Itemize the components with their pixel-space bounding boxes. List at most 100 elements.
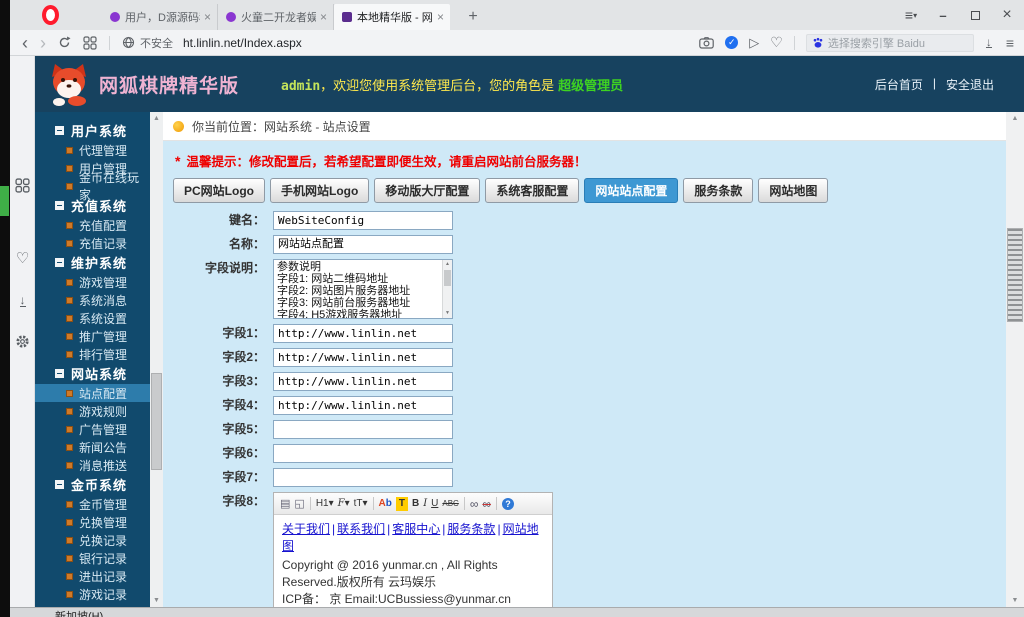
browser-tab[interactable]: 火童二开龙者娱乐+完美… xyxy=(218,4,334,30)
bookmarks-heart-icon[interactable]: ♡ xyxy=(10,249,35,267)
send-to-device-icon[interactable] xyxy=(749,35,759,51)
strikethrough-button[interactable]: ABC xyxy=(442,497,458,511)
scroll-thumb[interactable] xyxy=(151,373,162,470)
forward-icon[interactable] xyxy=(40,34,46,52)
backcolor-button[interactable]: T xyxy=(396,497,408,511)
editor-link[interactable]: 服务条款 xyxy=(447,522,495,536)
speed-dial-grid-icon[interactable] xyxy=(10,178,35,193)
text-input[interactable]: http://www.linlin.net xyxy=(273,372,453,391)
help-button[interactable]: ? xyxy=(502,498,514,510)
scroll-up-icon[interactable] xyxy=(1006,112,1024,125)
bold-button[interactable]: B xyxy=(412,497,419,511)
home-link[interactable]: 后台首页 xyxy=(875,76,923,93)
fontsize-select[interactable]: tT▾ xyxy=(354,497,368,511)
scroll-down-icon[interactable] xyxy=(1006,594,1024,607)
speed-dial-icon[interactable] xyxy=(83,36,97,50)
sidebar-panels-icon[interactable] xyxy=(1006,35,1014,51)
browser-tab[interactable]: 本地精华版 - 网站后台管理 xyxy=(334,4,450,30)
editor-link[interactable]: 客服中心 xyxy=(392,522,440,536)
editor-content[interactable]: 关于我们|联系我们|客服中心|服务条款|网站地图Copyright @ 2016… xyxy=(274,515,552,607)
sidebar-item-游戏记录[interactable]: 游戏记录 xyxy=(35,585,150,603)
security-label[interactable]: 不安全 xyxy=(140,35,173,51)
new-tab-button[interactable] xyxy=(460,4,486,30)
config-tab[interactable]: 系统客服配置 xyxy=(485,178,579,203)
text-input[interactable]: 网站站点配置 xyxy=(273,235,453,254)
forecolor-button[interactable]: Ab xyxy=(379,497,392,511)
sidebar-item-代理管理[interactable]: 代理管理 xyxy=(35,141,150,159)
sidebar-section-header[interactable]: 网站系统 xyxy=(35,363,150,384)
link-button[interactable]: ∞ xyxy=(470,497,479,511)
text-input[interactable] xyxy=(273,420,453,439)
sidebar-item-金币在线玩家[interactable]: 金币在线玩家 xyxy=(35,177,150,195)
description-textarea[interactable]: 参数说明 字段1: 网站二维码地址 字段2: 网站图片服务器地址 字段3: 网站… xyxy=(273,259,453,319)
fullscreen-icon[interactable]: ◱ xyxy=(294,497,304,511)
fontname-select[interactable]: F▾ xyxy=(338,497,350,511)
text-input[interactable]: http://www.linlin.net xyxy=(273,396,453,415)
config-tab[interactable]: 手机网站Logo xyxy=(270,178,369,203)
sidebar-section-header[interactable]: 用户系统 xyxy=(35,120,150,141)
sidebar-section-header[interactable]: 维护系统 xyxy=(35,252,150,273)
bookmark-heart-icon[interactable] xyxy=(770,34,783,51)
downloads-icon[interactable] xyxy=(986,37,992,48)
verified-badge-icon[interactable]: ✓ xyxy=(725,36,738,49)
url-text[interactable]: ht.linlin.net/Index.aspx xyxy=(183,36,302,50)
text-input[interactable]: http://www.linlin.net xyxy=(273,324,453,343)
insecure-globe-icon[interactable] xyxy=(122,36,135,49)
scroll-up-icon[interactable] xyxy=(150,112,163,125)
config-tab[interactable]: 服务条款 xyxy=(683,178,753,203)
search-box[interactable]: 选择搜索引擎 Baidu xyxy=(806,34,974,52)
editor-link[interactable]: 联系我们 xyxy=(337,522,385,536)
sidebar-item-兑换管理[interactable]: 兑换管理 xyxy=(35,513,150,531)
sidebar-item-游戏管理[interactable]: 游戏管理 xyxy=(35,273,150,291)
sidebar-item-广告管理[interactable]: 广告管理 xyxy=(35,420,150,438)
scroll-down-icon[interactable] xyxy=(150,594,163,607)
sidebar-item-银行记录[interactable]: 银行记录 xyxy=(35,549,150,567)
italic-button[interactable]: I xyxy=(423,497,427,511)
scroll-thumb[interactable] xyxy=(444,270,451,286)
text-input[interactable]: WebSiteConfig xyxy=(273,211,453,230)
unlink-button[interactable]: ∞ xyxy=(482,497,491,511)
sidebar-item-金币管理[interactable]: 金币管理 xyxy=(35,495,150,513)
close-button[interactable] xyxy=(996,6,1018,24)
reload-icon[interactable] xyxy=(58,36,71,49)
sidebar-item-游戏规则[interactable]: 游戏规则 xyxy=(35,402,150,420)
sidebar-item-站点配置[interactable]: 站点配置 xyxy=(35,384,150,402)
sidebar-section-header[interactable]: 金币系统 xyxy=(35,474,150,495)
tab-close-icon[interactable] xyxy=(437,10,444,24)
minimize-button[interactable] xyxy=(932,8,954,23)
text-input[interactable] xyxy=(273,468,453,487)
text-input[interactable] xyxy=(273,444,453,463)
sidebar-item-系统设置[interactable]: 系统设置 xyxy=(35,309,150,327)
opera-menu-icon[interactable] xyxy=(42,5,59,25)
config-tab[interactable]: 网站站点配置 xyxy=(584,178,678,203)
sidebar-item-消息推送[interactable]: 消息推送 xyxy=(35,456,150,474)
tab-menu-icon[interactable] xyxy=(900,7,922,23)
settings-gear-icon[interactable] xyxy=(10,334,35,349)
underline-button[interactable]: U xyxy=(431,497,438,511)
sidebar-item-系统消息[interactable]: 系统消息 xyxy=(35,291,150,309)
sidebar-item-推广管理[interactable]: 推广管理 xyxy=(35,327,150,345)
sidebar-item-排行管理[interactable]: 排行管理 xyxy=(35,345,150,363)
sidebar-item-新闻公告[interactable]: 新闻公告 xyxy=(35,438,150,456)
textarea-scrollbar[interactable] xyxy=(442,260,452,318)
config-tab[interactable]: PC网站Logo xyxy=(173,178,265,203)
back-icon[interactable] xyxy=(22,34,28,52)
tab-close-icon[interactable] xyxy=(320,10,327,24)
heading-select[interactable]: H1▾ xyxy=(316,497,334,511)
image-icon[interactable]: ▤ xyxy=(280,497,290,511)
logout-link[interactable]: 安全退出 xyxy=(946,76,994,93)
scroll-thumb[interactable] xyxy=(1007,228,1023,322)
browser-tab[interactable]: 用户，D源源码科技 — W xyxy=(102,4,218,30)
scroll-down-icon[interactable] xyxy=(443,309,452,318)
config-tab[interactable]: 网站地图 xyxy=(758,178,828,203)
content-scrollbar[interactable] xyxy=(1006,112,1024,607)
sidebar-item-进出记录[interactable]: 进出记录 xyxy=(35,567,150,585)
sidebar-item-充值配置[interactable]: 充值配置 xyxy=(35,216,150,234)
sidebar-item-兑换记录[interactable]: 兑换记录 xyxy=(35,531,150,549)
text-input[interactable]: http://www.linlin.net xyxy=(273,348,453,367)
maximize-button[interactable] xyxy=(964,8,986,23)
tab-close-icon[interactable] xyxy=(204,10,211,24)
sidebar-scrollbar[interactable] xyxy=(150,112,163,607)
editor-link[interactable]: 关于我们 xyxy=(282,522,330,536)
rich-text-editor[interactable]: ▤ ◱ H1▾ F▾ tT▾ Ab TBIU ABC ∞∞? 关于我们|联系我们|客服中心|服务条… xyxy=(273,492,553,607)
